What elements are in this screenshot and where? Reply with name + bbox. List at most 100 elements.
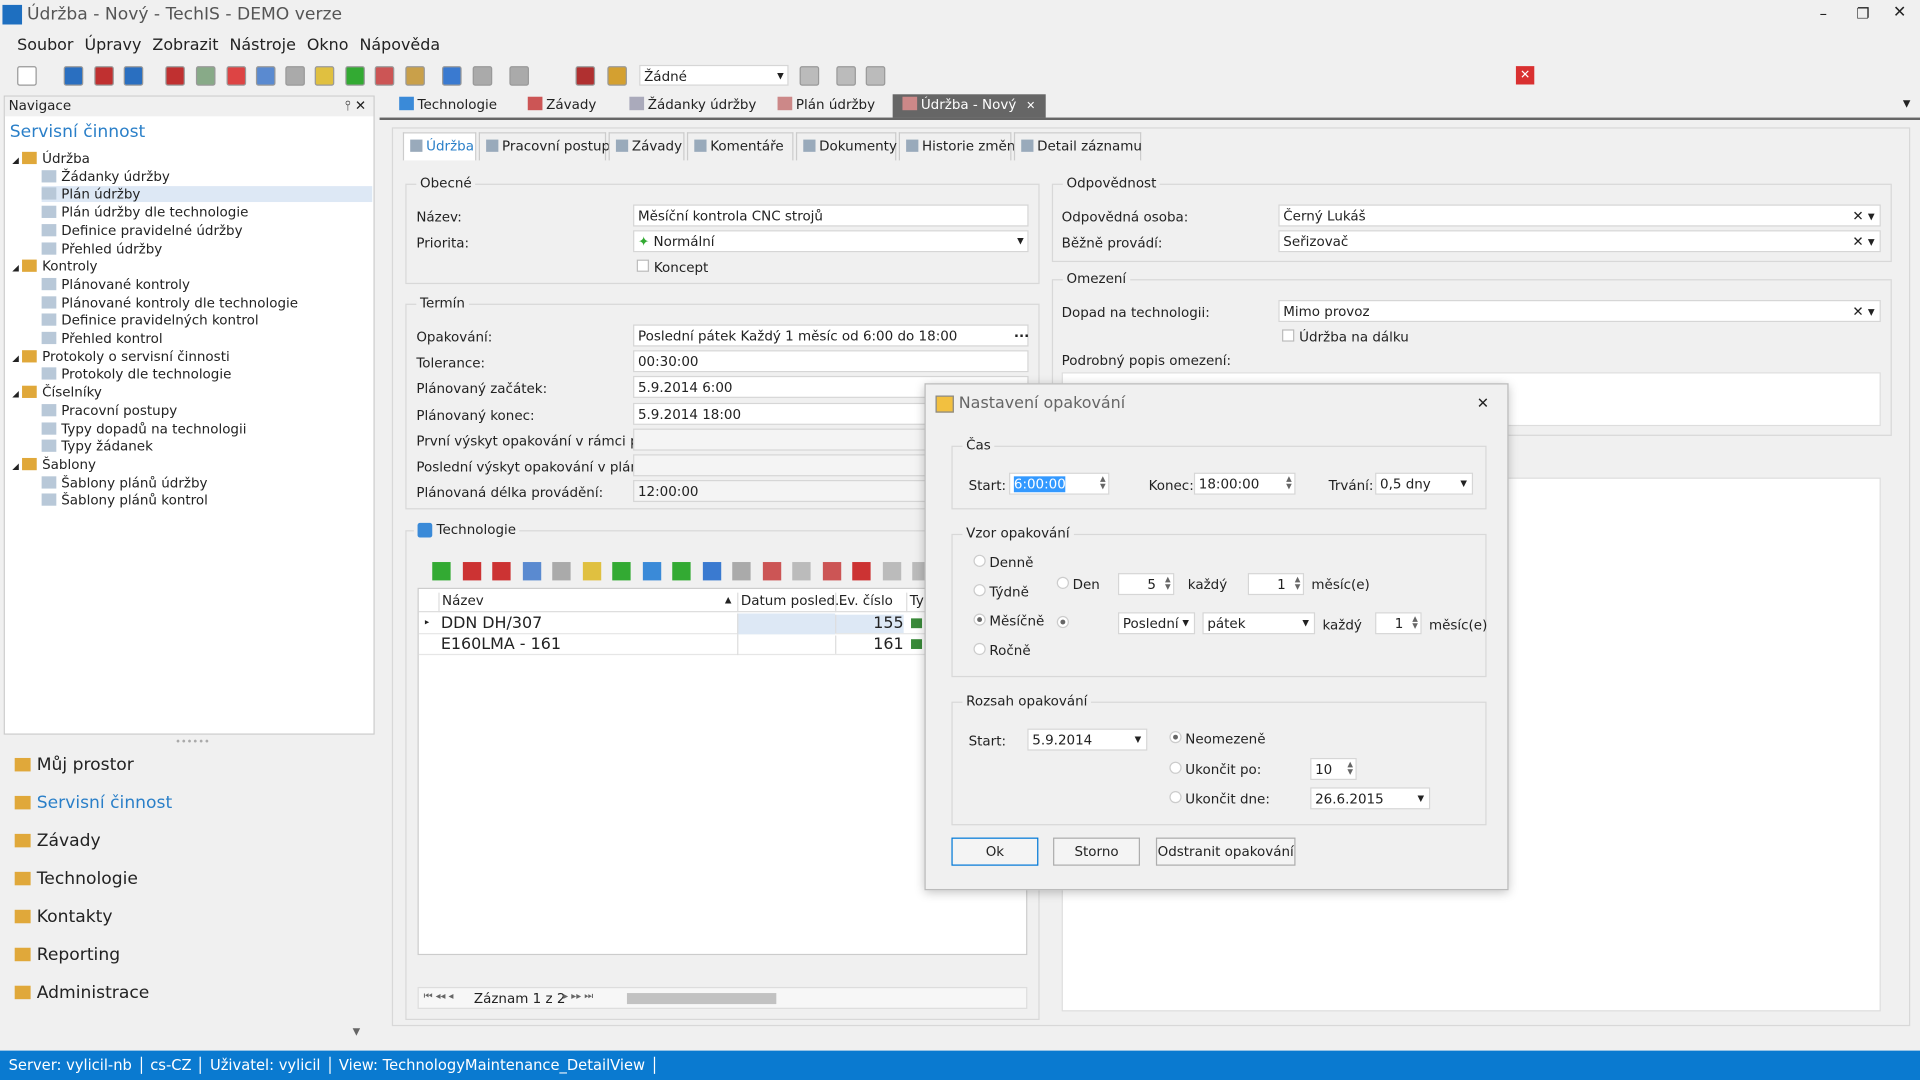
- grid-toolbar-icon[interactable]: [672, 562, 691, 581]
- radio-button[interactable]: [973, 584, 986, 597]
- spinner-icon[interactable]: ▲ ▼: [1347, 761, 1353, 777]
- menu-4[interactable]: Okno: [307, 37, 349, 55]
- tree-item[interactable]: Protokoly dle technologie: [41, 367, 231, 383]
- minimize-button[interactable]: –: [1820, 5, 1827, 22]
- ellipsis-button[interactable]: ···: [1014, 328, 1029, 344]
- person-select[interactable]: Černý Lukáš ✕ ▾: [1278, 204, 1881, 227]
- toolbar-button-icon[interactable]: [255, 66, 276, 86]
- doc-tab[interactable]: Závady: [518, 94, 606, 117]
- toolbar-button-icon[interactable]: [63, 66, 84, 86]
- tree-item[interactable]: ◢ Protokoly o servisní činnosti: [12, 349, 229, 365]
- pin-icon[interactable]: ⫯ ✕: [345, 98, 366, 115]
- module-item[interactable]: Technologie: [14, 869, 138, 889]
- toolbar-button-icon[interactable]: [195, 66, 216, 86]
- grid-toolbar-icon[interactable]: [522, 562, 541, 581]
- close-document-icon[interactable]: ✕: [1515, 66, 1535, 85]
- toolbar-button-icon[interactable]: [799, 66, 820, 86]
- module-item[interactable]: Můj prostor: [14, 756, 134, 775]
- column-header[interactable]: Datum posled...: [737, 592, 848, 613]
- toolbar-button-icon[interactable]: [123, 66, 144, 86]
- clear-chevron-icon[interactable]: ✕ ▾: [1852, 208, 1874, 224]
- menu-3[interactable]: Nástroje: [230, 37, 296, 55]
- menu-2[interactable]: Zobrazit: [152, 37, 218, 55]
- name-input[interactable]: Měsíční kontrola CNC strojů: [633, 204, 1029, 227]
- toolbar-button-icon[interactable]: [509, 66, 529, 86]
- module-item[interactable]: Kontakty: [14, 907, 113, 927]
- detail-tab[interactable]: Dokumenty: [795, 132, 897, 161]
- detail-tab[interactable]: Pracovní postup: [478, 132, 610, 161]
- grid-toolbar-icon[interactable]: [552, 562, 571, 581]
- range-start-date[interactable]: 5.9.2014 ▼: [1027, 728, 1148, 751]
- grid-toolbar-icon[interactable]: [582, 562, 601, 581]
- grid-toolbar-icon[interactable]: [462, 562, 481, 581]
- spinner-icon[interactable]: ▲ ▼: [1286, 476, 1292, 491]
- module-item[interactable]: Administrace: [14, 983, 150, 1003]
- ok-button[interactable]: Ok: [951, 837, 1039, 866]
- spinner-icon[interactable]: ▲ ▼: [1295, 576, 1301, 592]
- spinner-icon[interactable]: ▲ ▼: [1412, 615, 1418, 631]
- performer-select[interactable]: Seřizovač ✕ ▾: [1278, 230, 1881, 253]
- grid-toolbar-icon[interactable]: [822, 562, 841, 581]
- column-header[interactable]: Název: [438, 592, 737, 613]
- toolbar-button-icon[interactable]: [165, 66, 185, 86]
- menu-5[interactable]: Nápověda: [360, 37, 441, 55]
- toolbar-button-icon[interactable]: [865, 66, 886, 86]
- grid-toolbar-icon[interactable]: [732, 562, 751, 581]
- grid-toolbar-icon[interactable]: [702, 562, 721, 581]
- grid-toolbar-icon[interactable]: [492, 562, 511, 581]
- horizontal-scrollbar-thumb[interactable]: [626, 993, 777, 1005]
- radio-button[interactable]: [1056, 576, 1069, 589]
- grid-toolbar-icon[interactable]: [792, 562, 811, 581]
- tree-item[interactable]: Definice pravidelných kontrol: [41, 313, 259, 329]
- termin-input[interactable]: Poslední pátek Každý 1 měsíc od 6:00 do …: [633, 324, 1029, 347]
- tree-item[interactable]: Přehled údržby: [41, 241, 162, 257]
- tree-item[interactable]: Typy žádanek: [41, 439, 153, 455]
- tree-item[interactable]: Plánované kontroly: [41, 277, 190, 293]
- splitter-handle[interactable]: ••••••: [175, 736, 210, 747]
- end-time-input[interactable]: 18:00:00 ▲ ▼: [1193, 472, 1296, 495]
- menu-1[interactable]: Úpravy: [84, 37, 141, 55]
- toolbar-button-icon[interactable]: [17, 66, 37, 86]
- spinner-icon[interactable]: ▲ ▼: [1100, 476, 1106, 491]
- spinner-icon[interactable]: ▲ ▼: [1165, 576, 1171, 592]
- tree-item[interactable]: Pracovní postupy: [41, 403, 177, 419]
- radio-button[interactable]: [1169, 731, 1182, 744]
- tree-item[interactable]: Plánované kontroly dle technologie: [41, 295, 298, 311]
- filter-select[interactable]: Žádné ▼: [639, 64, 789, 86]
- after-input[interactable]: 10 ▲ ▼: [1310, 757, 1357, 781]
- tree-item[interactable]: Plán údržby dle technologie: [41, 205, 248, 221]
- doc-tab[interactable]: Plán údržby: [768, 94, 885, 117]
- toolbar-button-icon[interactable]: [442, 66, 462, 86]
- tree-item[interactable]: ◢ Údržba: [12, 151, 90, 167]
- koncept-checkbox[interactable]: [636, 259, 649, 272]
- tree-item[interactable]: Žádanky údržby: [41, 169, 170, 185]
- clear-chevron-icon[interactable]: ✕ ▾: [1852, 304, 1874, 320]
- radio-button[interactable]: [1169, 761, 1182, 774]
- grid-toolbar-icon[interactable]: [642, 562, 661, 581]
- every-input[interactable]: 1 ▲ ▼: [1247, 573, 1305, 596]
- termin-input[interactable]: 00:30:00: [633, 350, 1029, 373]
- close-tab-icon[interactable]: ✕: [1026, 100, 1035, 112]
- module-item[interactable]: Reporting: [14, 945, 120, 965]
- toolbar-button-icon[interactable]: [285, 66, 305, 86]
- which-select[interactable]: Poslední ▼: [1117, 612, 1196, 635]
- tree-item[interactable]: Šablony plánů kontrol: [41, 493, 208, 509]
- doc-tab[interactable]: Žádanky údržby: [620, 94, 767, 117]
- grid-toolbar-icon[interactable]: [432, 562, 451, 581]
- remove-recurrence-button[interactable]: Odstranit opakování: [1155, 837, 1296, 866]
- column-header[interactable]: Ev. číslo: [835, 592, 906, 613]
- toolbar-button-icon[interactable]: [575, 66, 596, 86]
- radio-button[interactable]: [1056, 615, 1069, 629]
- menu-0[interactable]: Soubor: [17, 37, 73, 55]
- grid-toolbar-icon[interactable]: [612, 562, 631, 581]
- pager-next-last-icons[interactable]: ▸ ▸▸ ⏭: [563, 991, 593, 1003]
- toolbar-button-icon[interactable]: [374, 66, 395, 86]
- pager-first-prev-icons[interactable]: ⏮ ◂◂ ◂: [424, 991, 454, 1003]
- cancel-button[interactable]: Storno: [1053, 837, 1141, 866]
- day-input[interactable]: 5 ▲ ▼: [1117, 573, 1175, 596]
- detail-tab[interactable]: Závady: [608, 132, 685, 161]
- tree-item[interactable]: Definice pravidelné údržby: [41, 223, 243, 239]
- grid-toolbar-icon[interactable]: [882, 562, 901, 581]
- every2-input[interactable]: 1 ▲ ▼: [1375, 612, 1422, 635]
- tree-item[interactable]: Plán údržby: [41, 186, 373, 203]
